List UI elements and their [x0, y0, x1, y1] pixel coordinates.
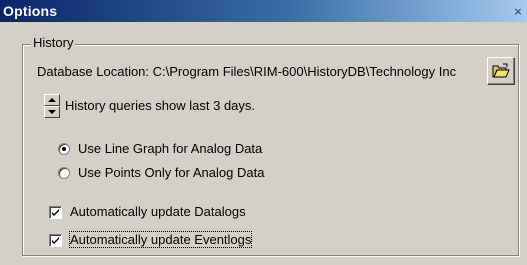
window-title: Options: [3, 3, 58, 19]
checkmark-icon: [52, 237, 59, 244]
points-only-radio-label[interactable]: Use Points Only for Analog Data: [78, 165, 264, 180]
title-bar[interactable]: Options ×: [0, 0, 527, 22]
line-graph-radio[interactable]: [58, 143, 70, 155]
close-icon[interactable]: ×: [511, 6, 525, 18]
checkmark-icon: [52, 209, 59, 216]
spinner-down-button[interactable]: [44, 106, 60, 118]
radio-selected-dot: [62, 147, 66, 151]
history-group-label: History: [31, 35, 76, 50]
update-datalogs-checkbox[interactable]: [49, 206, 62, 219]
arrow-down-icon: [48, 110, 56, 114]
history-days-label: History queries show last 3 days.: [65, 98, 256, 113]
database-location-label: Database Location: C:\Program Files\RIM-…: [37, 64, 457, 79]
update-eventlogs-checkbox[interactable]: [49, 234, 62, 247]
update-datalogs-label[interactable]: Automatically update Datalogs: [70, 204, 246, 219]
points-only-radio[interactable]: [58, 167, 70, 179]
update-eventlogs-label[interactable]: Automatically update Eventlogs: [68, 231, 253, 248]
days-spinner[interactable]: [44, 94, 60, 118]
options-dialog: Options × History Database Location: C:\…: [0, 0, 527, 265]
folder-open-icon: [492, 63, 510, 78]
arrow-up-icon: [48, 98, 56, 102]
spinner-up-button[interactable]: [44, 94, 60, 106]
line-graph-radio-label[interactable]: Use Line Graph for Analog Data: [78, 141, 262, 156]
browse-folder-button[interactable]: [487, 57, 515, 85]
